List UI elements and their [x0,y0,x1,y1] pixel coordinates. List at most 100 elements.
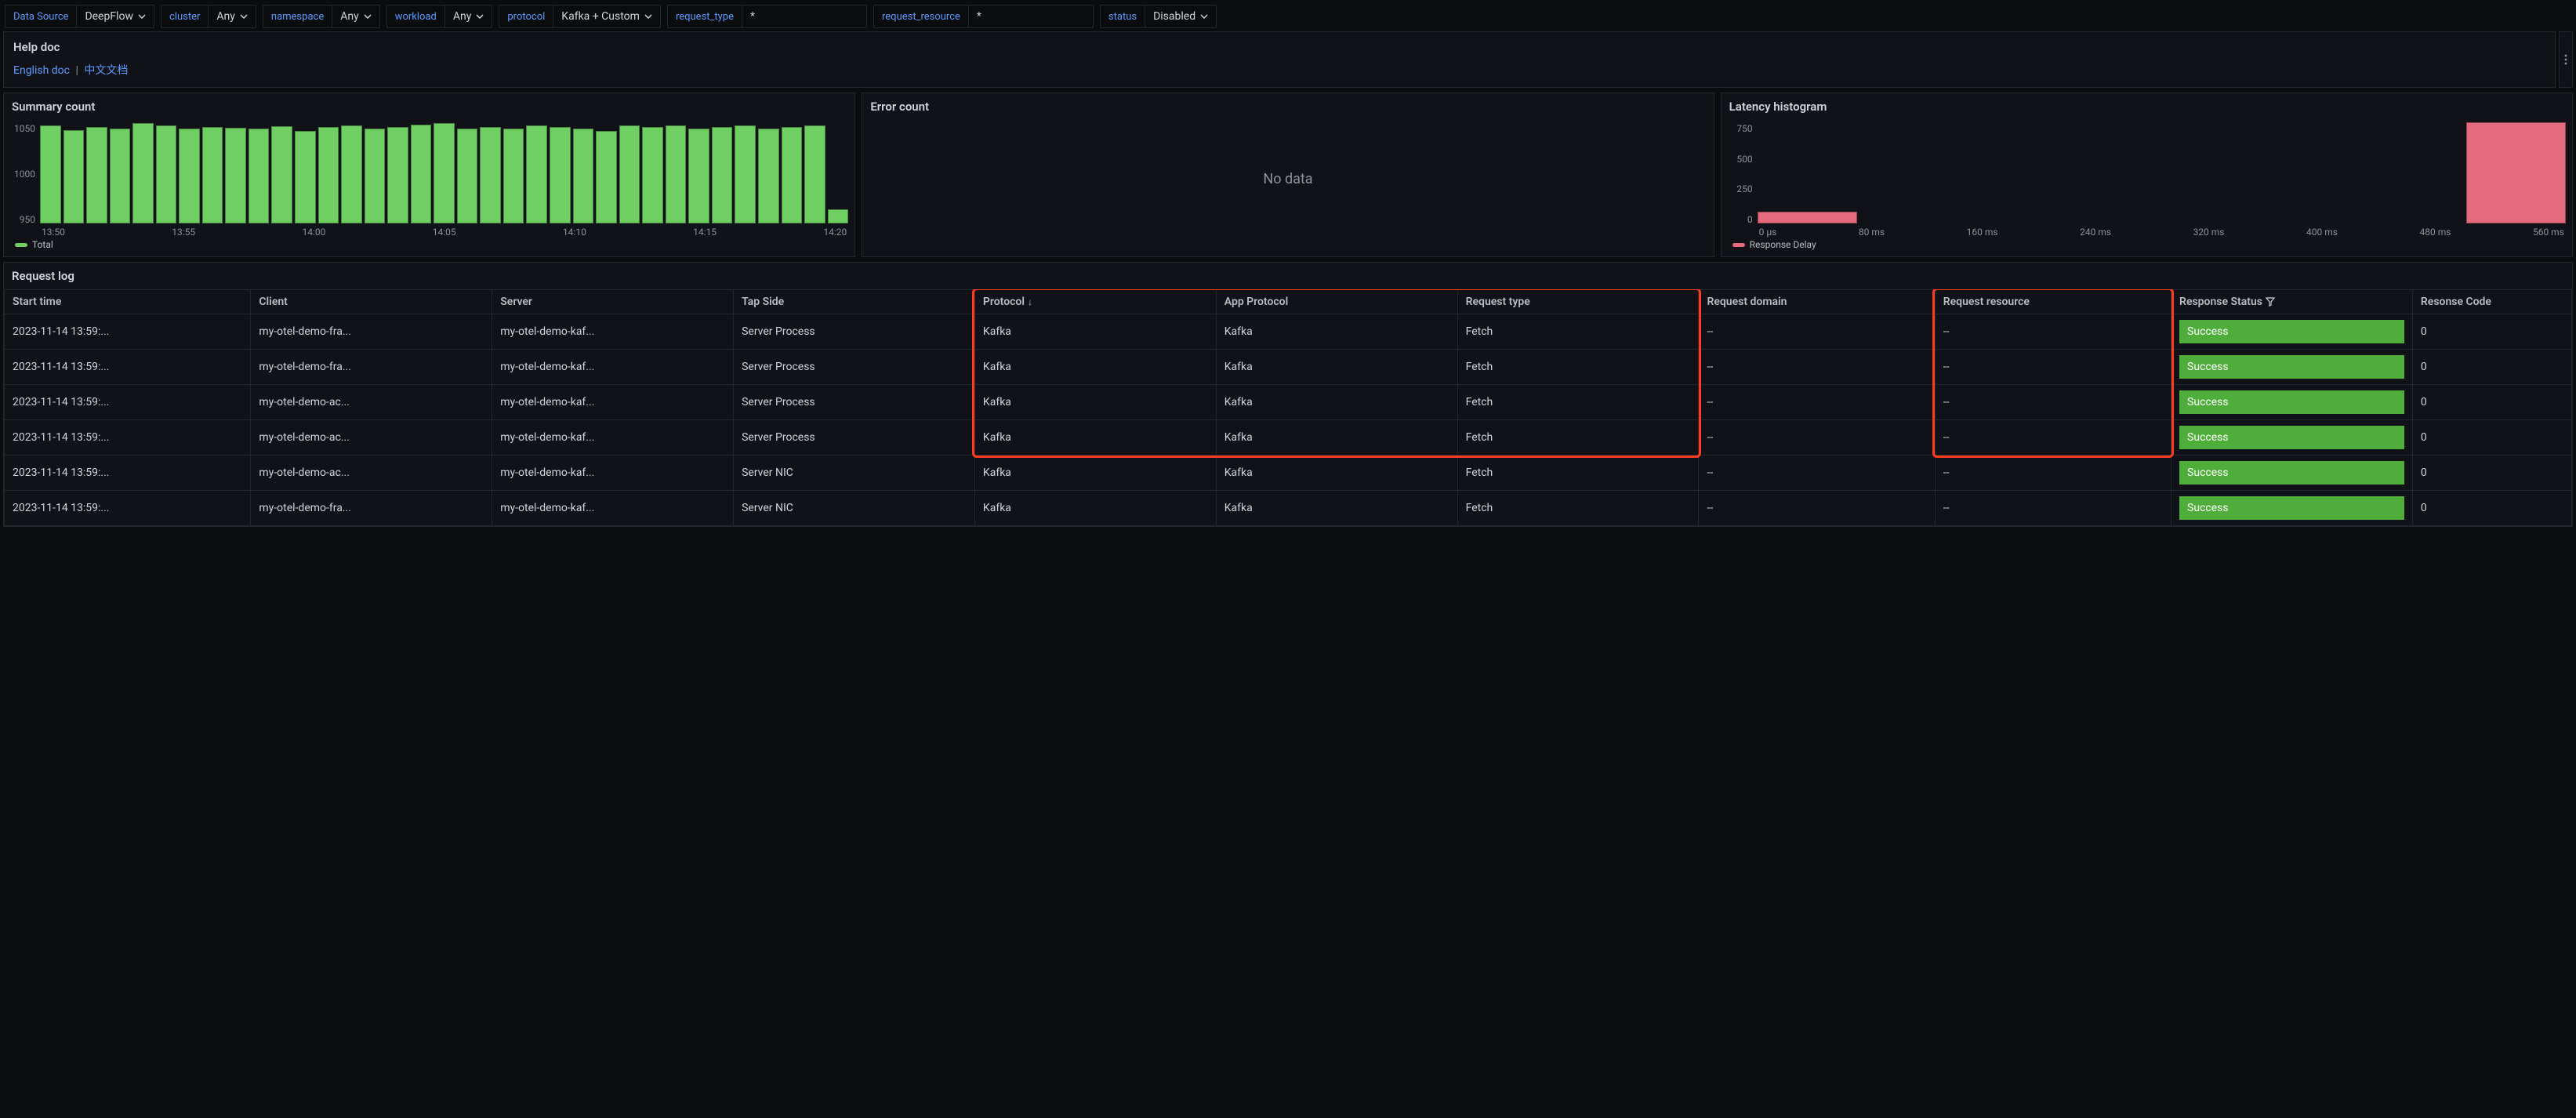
help-doc-english-link[interactable]: English doc [13,64,70,77]
cell-request_type: Fetch [1457,314,1699,350]
axis-tick: 13:50 [42,227,65,238]
filter-value-text: Disabled [1153,10,1195,23]
cell-server: my-otel-demo-kaf... [492,491,734,526]
column-header-label: Protocol [983,296,1025,308]
table-row[interactable]: 2023-11-14 13:59:...my-otel-demo-fra...m… [5,491,2572,526]
filter-cluster: cluster Any [161,5,256,28]
column-header-label: Request domain [1707,296,1787,308]
cell-response_code: 0 [2412,385,2571,420]
bar [596,131,617,223]
status-badge: Success [2179,390,2404,414]
histogram-slot [1960,120,2059,223]
bar [573,129,594,223]
error-count-title: Error count [862,93,1713,117]
filter-label: Data Source [5,5,76,28]
cell-protocol: Kafka [974,491,1216,526]
cell-client: my-otel-demo-fra... [251,314,492,350]
axis-tick: 14:00 [302,227,325,238]
cell-app_protocol: Kafka [1216,385,1457,420]
column-header-response_status[interactable]: Response Status [2171,290,2413,314]
axis-tick: 250 [1736,183,1752,194]
axis-tick: 160 ms [1967,227,1998,238]
latency-histogram-title: Latency histogram [1722,93,2572,117]
cell-client: my-otel-demo-fra... [251,491,492,526]
column-header-tap_side[interactable]: Tap Side [734,290,975,314]
column-header-request_type[interactable]: Request type [1457,290,1699,314]
filter-value-text: Any [453,10,472,23]
chevron-down-icon [644,14,652,19]
filter-text-input[interactable]: * [742,5,867,28]
filter-protocol: protocolKafka + Custom [499,5,661,28]
filter-value-text: * [977,10,981,23]
bar [110,129,131,223]
cell-tap_side: Server Process [734,314,975,350]
bar [40,125,61,223]
cell-protocol: Kafka [974,314,1216,350]
cell-start_time: 2023-11-14 13:59:... [5,385,251,420]
filter-label: request_resource [873,5,968,28]
table-row[interactable]: 2023-11-14 13:59:...my-otel-demo-ac...my… [5,385,2572,420]
cell-request_type: Fetch [1457,491,1699,526]
bar [202,127,223,223]
table-row[interactable]: 2023-11-14 13:59:...my-otel-demo-fra...m… [5,314,2572,350]
axis-tick: 1050 [14,123,35,134]
column-header-protocol[interactable]: Protocol↓ [974,290,1216,314]
column-header-client[interactable]: Client [251,290,492,314]
panel-menu-button[interactable] [2559,31,2573,88]
filter-select[interactable]: Any [208,5,256,28]
histogram-slot [1758,120,1857,223]
column-header-server[interactable]: Server [492,290,734,314]
axis-tick: 480 ms [2420,227,2451,238]
latency-histogram-chart[interactable]: 7505002500 0 µs80 ms160 ms240 ms320 ms40… [1728,120,2566,238]
filter-value-text: Any [340,10,359,23]
summary-count-panel: Summary count 10501000950 13:5013:5514:0… [3,93,855,257]
bar [387,127,408,223]
bar [179,129,200,223]
chevron-down-icon [240,14,248,19]
filter-value-text: Any [216,10,235,23]
filter-label: request_type [667,5,742,28]
filter-icon[interactable] [2266,297,2275,307]
column-header-response_code[interactable]: Resonse Code [2412,290,2571,314]
column-header-request_resource[interactable]: Request resource [1935,290,2171,314]
cell-request_resource: -- [1935,314,2171,350]
chart-row: Summary count 10501000950 13:5013:5514:0… [0,88,2576,262]
request-log-panel: Request log Start timeClientServerTap Si… [3,262,2573,527]
filter-select[interactable]: Any [332,5,380,28]
bar [1758,212,1857,223]
cell-start_time: 2023-11-14 13:59:... [5,314,251,350]
bar [642,127,663,223]
column-header-request_domain[interactable]: Request domain [1699,290,1935,314]
help-doc-chinese-link[interactable]: 中文文档 [84,64,128,77]
help-doc-separator: | [72,64,81,77]
filter-select[interactable]: Any [444,5,493,28]
cell-response_code: 0 [2412,491,2571,526]
request-log-header-row: Start timeClientServerTap SideProtocol↓A… [5,290,2572,314]
cell-server: my-otel-demo-kaf... [492,456,734,491]
summary-count-legend[interactable]: Total [10,238,848,252]
filter-text-input[interactable]: * [968,5,1094,28]
error-count-empty: No data [869,120,1707,238]
latency-histogram-legend-label: Response Delay [1750,239,1816,250]
cell-app_protocol: Kafka [1216,350,1457,385]
filter-select[interactable]: Disabled [1145,5,1217,28]
axis-tick: 0 µs [1759,227,1777,238]
bar [249,129,270,223]
column-header-label: Resonse Code [2421,296,2491,308]
latency-histogram-legend[interactable]: Response Delay [1728,238,2566,252]
table-row[interactable]: 2023-11-14 13:59:...my-otel-demo-ac...my… [5,456,2572,491]
filter-select[interactable]: Kafka + Custom [553,5,661,28]
table-row[interactable]: 2023-11-14 13:59:...my-otel-demo-fra...m… [5,350,2572,385]
filter-select[interactable]: DeepFlow [76,5,154,28]
column-header-label: Response Status [2179,296,2262,308]
bar [132,123,154,223]
filter-label: cluster [161,5,208,28]
column-header-start_time[interactable]: Start time [5,290,251,314]
bar [2466,122,2566,223]
bar [225,128,246,223]
column-header-app_protocol[interactable]: App Protocol [1216,290,1457,314]
axis-tick: 1000 [14,169,35,180]
help-doc-title: Help doc [13,40,2545,54]
table-row[interactable]: 2023-11-14 13:59:...my-otel-demo-ac...my… [5,420,2572,456]
summary-count-chart[interactable]: 10501000950 13:5013:5514:0014:0514:1014:… [10,120,848,238]
